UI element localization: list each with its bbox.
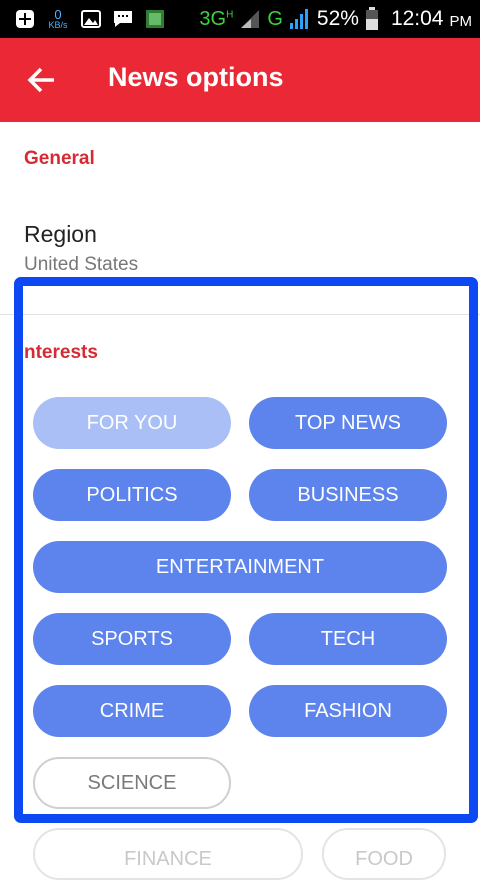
chip-for-you[interactable]: FOR YOU [33,397,231,449]
message-icon [112,9,134,29]
clock-ampm: PM [449,12,473,30]
battery-percent: 52% [316,7,359,30]
back-button[interactable] [26,64,58,96]
app-bar: News options [0,38,480,122]
chip-entertainment[interactable]: ENTERTAINMENT [33,541,447,593]
chip-crime[interactable]: CRIME [33,685,231,737]
chip-tech[interactable]: TECH [249,613,447,665]
image-icon [80,9,102,29]
network-h-label: H [226,8,234,20]
add-notification-icon [14,9,36,29]
chip-fashion[interactable]: FASHION [249,685,447,737]
section-header-interests: nterests [24,342,98,363]
app-notification-icon [144,9,166,29]
status-bar: 0 KB/s 3GH G 52% 12:04 PM [0,0,480,38]
signal-bars-icon [289,9,308,29]
chip-politics[interactable]: POLITICS [33,469,231,521]
network-g-label: G [267,7,283,30]
network-3g-label: 3G [199,7,227,30]
chip-finance[interactable]: FINANCE [33,828,303,880]
data-speed-indicator: 0 KB/s [46,8,70,30]
data-speed-unit: KB/s [48,20,68,30]
chip-business[interactable]: BUSINESS [249,469,447,521]
page-title: News options [108,62,284,92]
network-3g-indicator: 3GH [199,8,233,31]
chip-science[interactable]: SCIENCE [33,757,231,809]
chip-sports[interactable]: SPORTS [33,613,231,665]
section-header-general: General [24,148,95,169]
signal-strength-icon [241,10,260,28]
chip-food[interactable]: FOOD [322,828,446,880]
status-right-icons: 3GH G 52% 12:04 PM [199,4,472,34]
chip-top-news[interactable]: TOP NEWS [249,397,447,449]
clock-time: 12:04 [390,7,444,30]
region-value: United States [24,254,139,275]
region-label: Region [24,221,97,247]
back-arrow-icon [27,67,54,93]
status-left-icons: 0 KB/s [14,7,166,31]
battery-icon [365,7,378,30]
section-divider [0,314,480,315]
